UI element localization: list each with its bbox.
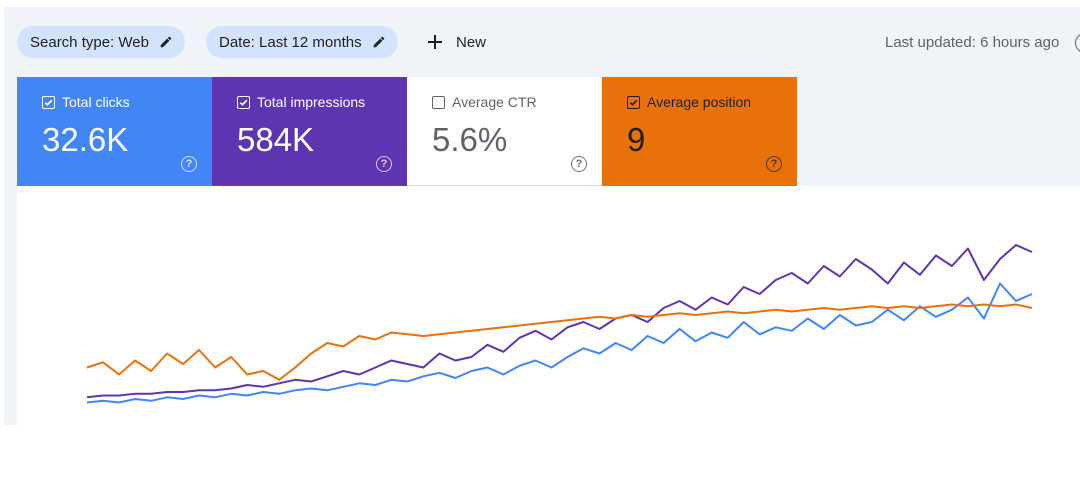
chart-series-line-2 [86, 303, 1033, 381]
help-icon[interactable]: ? [376, 156, 392, 172]
checkbox-icon[interactable] [237, 95, 250, 109]
metric-label: Total impressions [257, 94, 366, 110]
performance-chart-area [17, 186, 1080, 425]
metric-card-average-position[interactable]: Average position 9 ? [602, 77, 797, 186]
last-updated-text: Last updated: 6 hours ago [885, 34, 1060, 51]
pencil-icon [159, 35, 173, 49]
metric-card-total-impressions[interactable]: Total impressions 584K ? [212, 77, 407, 186]
metric-label: Total clicks [62, 94, 130, 110]
search-type-chip-label: Search type: Web [30, 33, 149, 51]
new-filter-label: New [456, 33, 487, 51]
pencil-icon [372, 35, 386, 49]
info-icon[interactable] [1075, 33, 1080, 53]
metric-value: 32.6K [42, 121, 129, 158]
plus-icon [427, 34, 443, 50]
help-icon[interactable]: ? [571, 156, 587, 172]
date-range-chip-label: Date: Last 12 months [219, 33, 362, 51]
metric-value: 584K [237, 121, 315, 158]
metric-value: 9 [627, 121, 646, 158]
checkbox-icon[interactable] [627, 95, 640, 109]
metric-value: 5.6% [432, 121, 508, 158]
metric-card-total-clicks[interactable]: Total clicks 32.6K ? [17, 77, 212, 186]
help-icon[interactable]: ? [181, 156, 197, 172]
checkbox-icon[interactable] [42, 95, 55, 109]
metric-label: Average position [647, 94, 752, 110]
metric-card-average-ctr[interactable]: Average CTR 5.6% ? [407, 77, 602, 186]
search-type-chip[interactable]: Search type: Web [17, 26, 185, 58]
help-icon[interactable]: ? [766, 156, 782, 172]
metric-label: Average CTR [452, 94, 537, 110]
date-range-chip[interactable]: Date: Last 12 months [206, 26, 398, 58]
metric-cards: Total clicks 32.6K ? Total impressions 5… [17, 77, 797, 186]
checkbox-icon[interactable] [432, 95, 445, 109]
chart-series-line-0 [86, 282, 1033, 404]
filter-toolbar: Search type: Web Date: Last 12 months Ne… [4, 7, 1080, 77]
new-filter-button[interactable]: New [427, 26, 486, 58]
performance-chart [86, 244, 1033, 404]
